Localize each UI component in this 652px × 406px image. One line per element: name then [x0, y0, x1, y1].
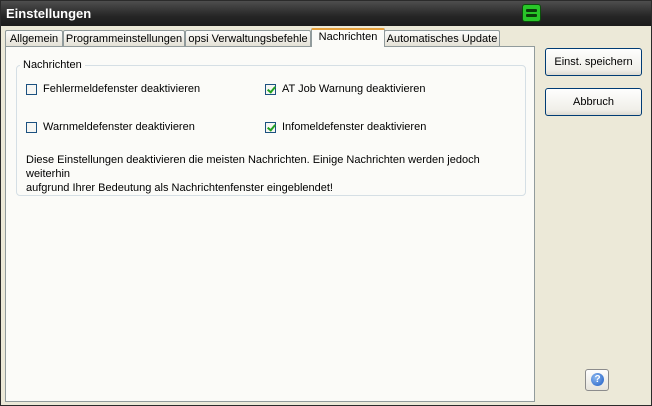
checkbox-label: AT Job Warnung deaktivieren — [282, 83, 426, 95]
info-line-1: Diese Einstellungen deaktivieren die mei… — [26, 154, 480, 180]
title-bar[interactable]: Einstellungen — [1, 1, 651, 26]
opsi-green-icon[interactable] — [522, 4, 541, 22]
info-line-2: aufgrund Ihrer Bedeutung als Nachrichten… — [26, 182, 333, 194]
tab-automatisches-update[interactable]: Automatisches Update — [384, 30, 500, 46]
window-title: Einstellungen — [6, 6, 92, 21]
checkbox-infomeldefenster[interactable]: Infomeldefenster deaktivieren — [265, 121, 426, 133]
tab-allgemein[interactable]: Allgemein — [5, 30, 63, 46]
help-icon: ? — [591, 373, 604, 386]
info-text: Diese Einstellungen deaktivieren die mei… — [26, 153, 526, 195]
checkbox-label: Fehlermeldefenster deaktivieren — [43, 83, 201, 95]
checkbox-box-checked[interactable] — [265, 121, 276, 133]
cancel-button[interactable]: Abbruch — [545, 88, 642, 116]
checkbox-warnmeldefenster[interactable]: Warnmeldefenster deaktivieren — [26, 121, 195, 133]
checkbox-fehlermeldefenster[interactable]: Fehlermeldefenster deaktivieren — [26, 83, 200, 95]
tab-panel-nachrichten: Nachrichten Fehlermeldefenster deaktivie… — [5, 46, 535, 402]
checkbox-label: Warnmeldefenster deaktivieren — [43, 121, 195, 133]
checkbox-at-job-warnung[interactable]: AT Job Warnung deaktivieren — [265, 83, 425, 95]
checkbox-box[interactable] — [26, 121, 37, 133]
checkbox-box[interactable] — [26, 83, 37, 95]
groupbox-title: Nachrichten — [20, 59, 85, 71]
checkbox-box-checked[interactable] — [265, 83, 276, 95]
settings-window: Einstellungen Allgemein Programmeinstell… — [0, 0, 652, 406]
help-button[interactable]: ? — [585, 369, 609, 391]
checkbox-label: Infomeldefenster deaktivieren — [282, 121, 427, 133]
tab-programmeinstellungen[interactable]: Programmeinstellungen — [63, 30, 185, 46]
tab-opsi-verwaltungsbefehle[interactable]: opsi Verwaltungsbefehle — [185, 30, 311, 46]
save-settings-button[interactable]: Einst. speichern — [545, 48, 642, 76]
tab-nachrichten[interactable]: Nachrichten — [311, 28, 385, 47]
